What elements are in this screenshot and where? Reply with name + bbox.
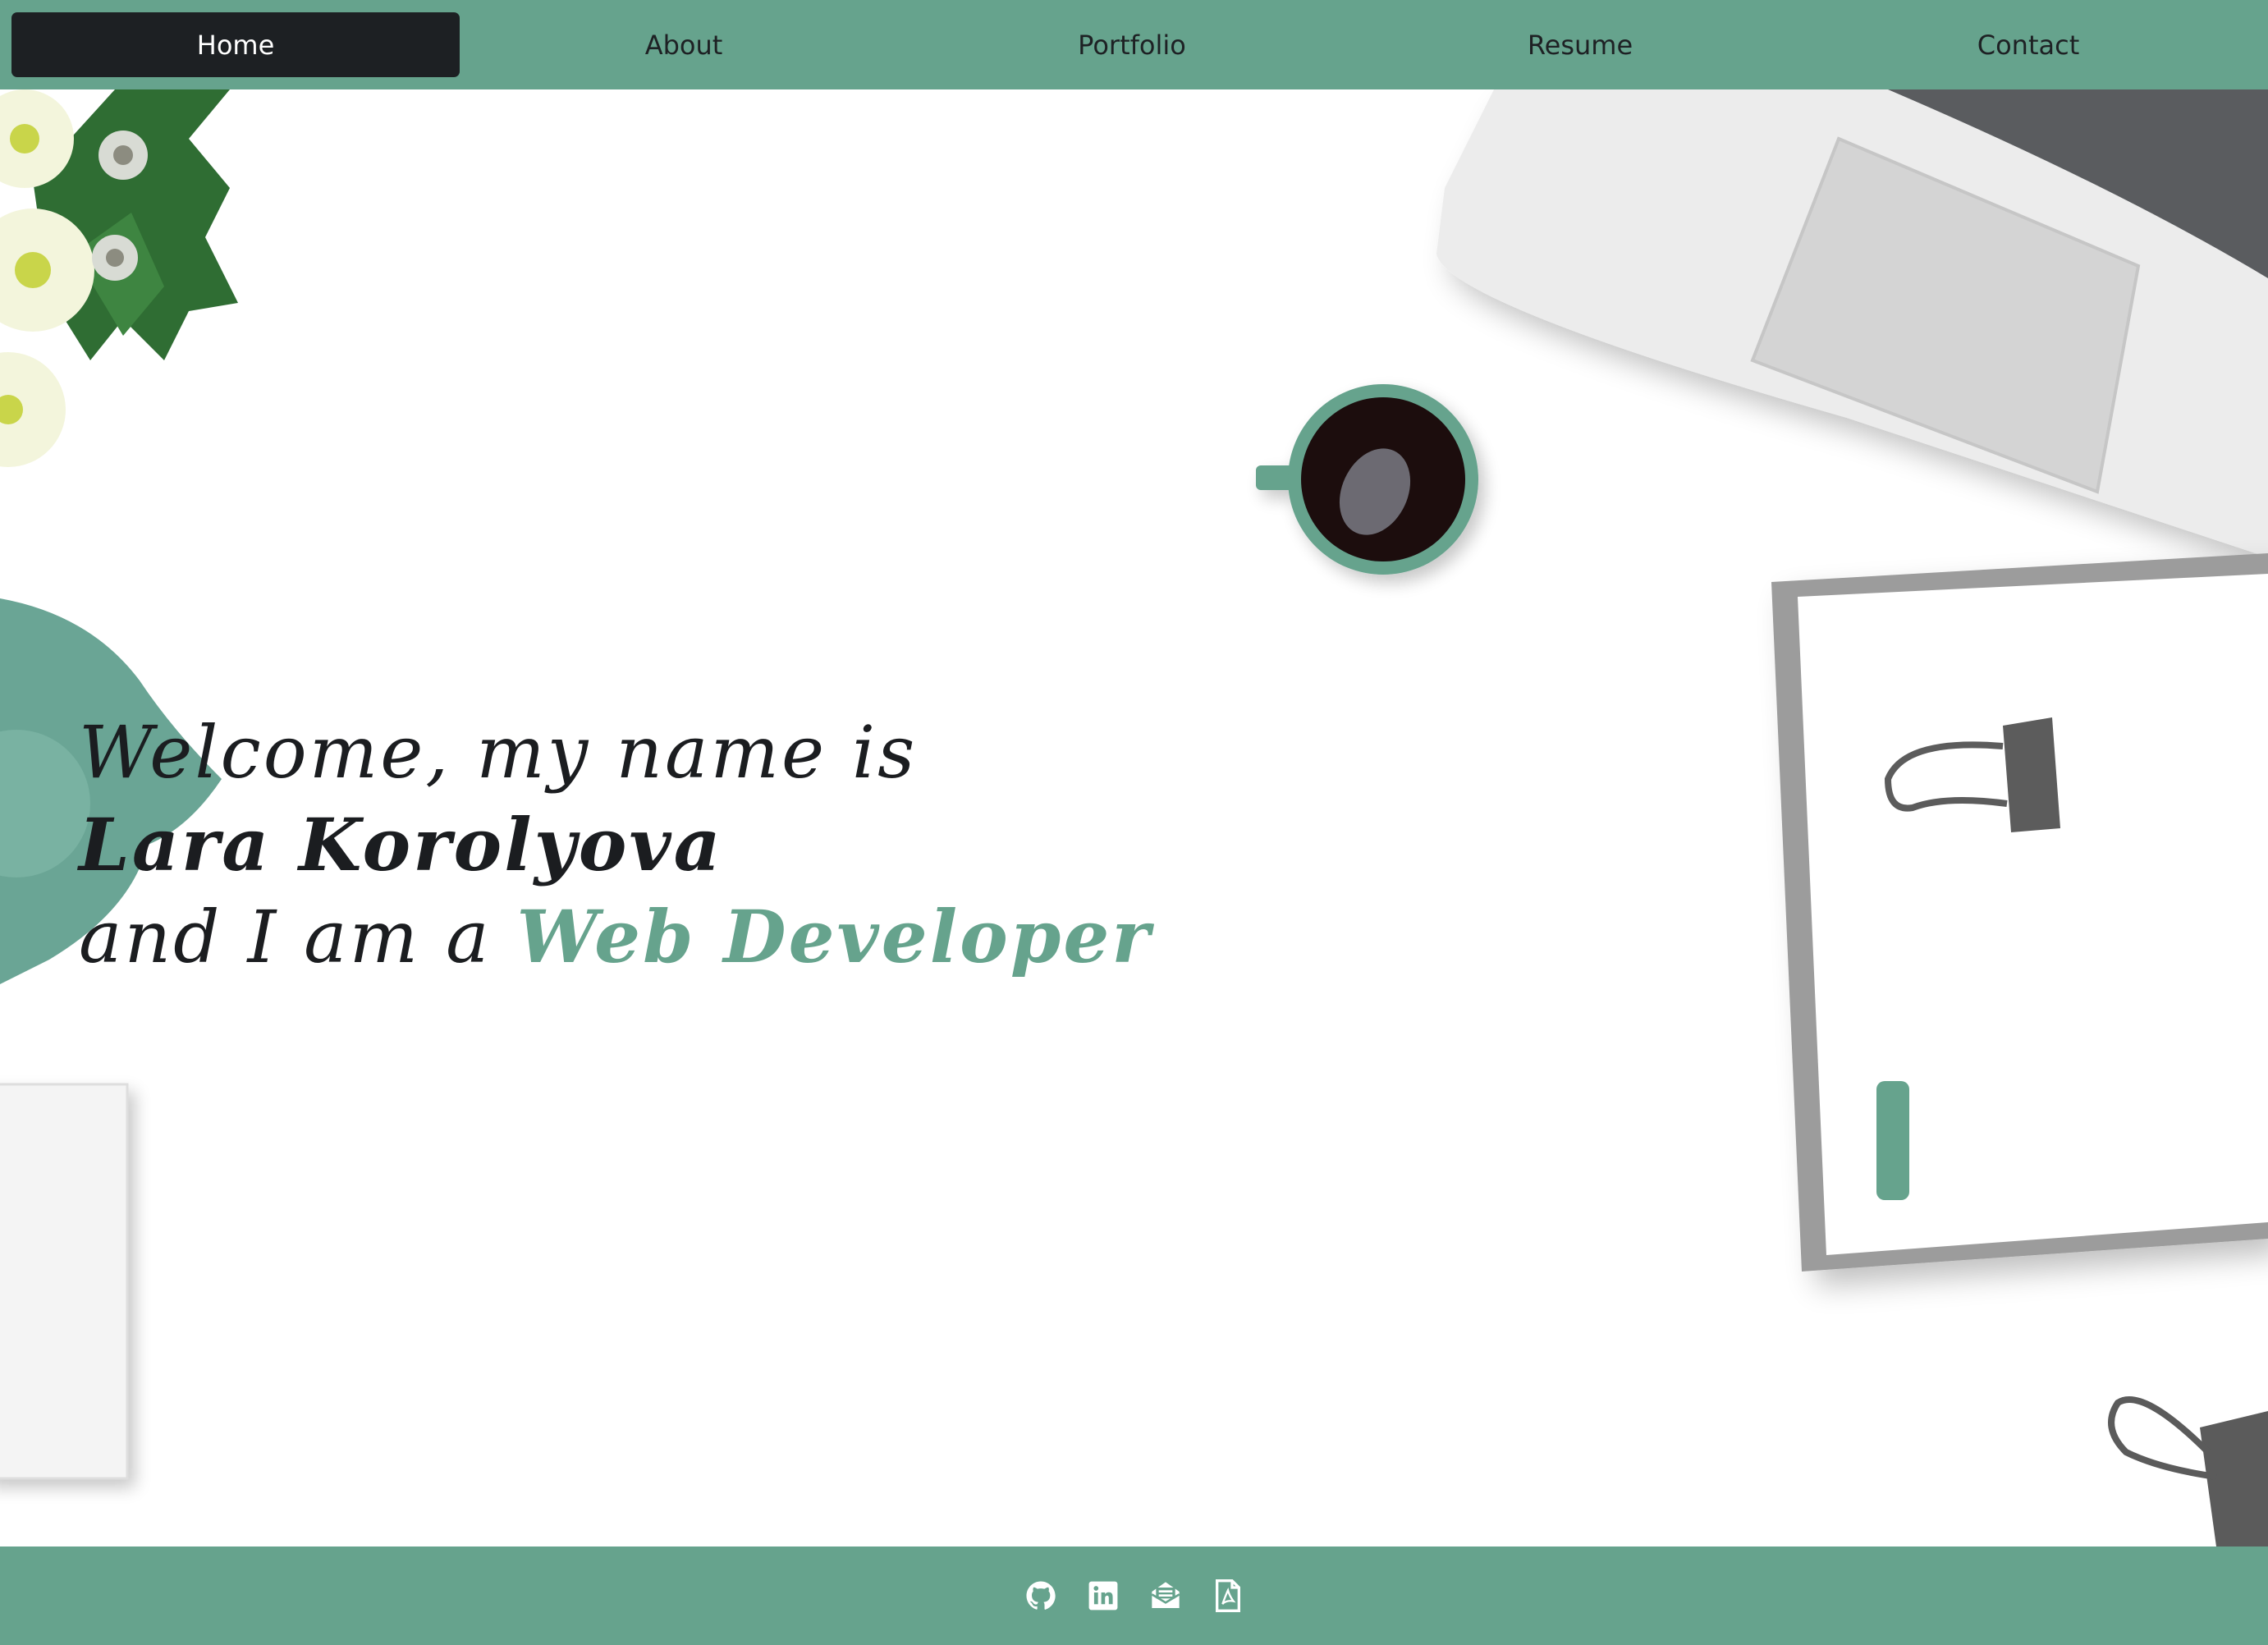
hero-name: Lara Korolyova bbox=[79, 802, 723, 887]
binder-clip-bottom bbox=[2108, 1396, 2268, 1546]
nav-home[interactable]: Home bbox=[11, 12, 460, 77]
email-icon[interactable] bbox=[1148, 1578, 1184, 1614]
flowers-decoration bbox=[0, 89, 238, 467]
hero-welcome-line: Welcome, my name is bbox=[79, 710, 918, 795]
clipboard-decoration bbox=[1771, 553, 2268, 1272]
github-icon[interactable] bbox=[1023, 1578, 1059, 1614]
linkedin-icon[interactable] bbox=[1085, 1578, 1121, 1614]
coffee-cup-decoration bbox=[1256, 384, 1478, 575]
notebook-decoration bbox=[0, 1083, 129, 1480]
laptop-decoration bbox=[1436, 89, 2268, 557]
nav-resume[interactable]: Resume bbox=[1356, 12, 1804, 77]
nav-about[interactable]: About bbox=[460, 12, 908, 77]
top-navigation: Home About Portfolio Resume Contact bbox=[0, 0, 2268, 89]
nav-contact[interactable]: Contact bbox=[1804, 12, 2252, 77]
pdf-resume-icon[interactable] bbox=[1210, 1578, 1246, 1614]
hero-role-line: and I am a Web Developer bbox=[79, 891, 1152, 983]
nav-portfolio[interactable]: Portfolio bbox=[908, 12, 1356, 77]
hero-headline: Welcome, my name is Lara Korolyova and I… bbox=[79, 707, 1152, 983]
green-sticky-tab bbox=[1876, 1081, 1909, 1200]
hero-role-prefix: and I am a bbox=[79, 895, 517, 979]
hero-section: Welcome, my name is Lara Korolyova and I… bbox=[0, 89, 2268, 1546]
hero-role: Web Developer bbox=[516, 894, 1152, 979]
footer-bar bbox=[0, 1546, 2268, 1645]
